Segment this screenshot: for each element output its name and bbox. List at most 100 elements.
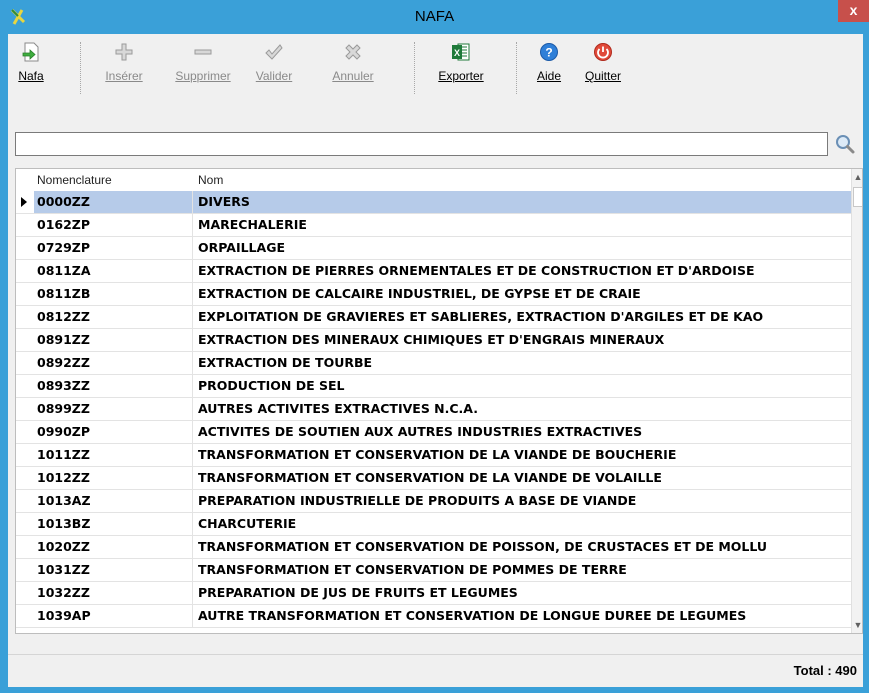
cell-nomenclature[interactable]: 0990ZP	[34, 421, 193, 443]
cell-nom[interactable]: AUTRES ACTIVITES EXTRACTIVES N.C.A.	[193, 398, 851, 420]
toolbar-separator	[516, 42, 517, 94]
scroll-down-icon[interactable]: ▼	[852, 617, 862, 633]
cell-nomenclature[interactable]: 0899ZZ	[34, 398, 193, 420]
client-area: Nafa Insérer Supprimer Valider Annuler X…	[8, 34, 863, 687]
cell-nomenclature[interactable]: 0729ZP	[34, 237, 193, 259]
row-indicator	[16, 329, 34, 351]
table-row[interactable]: 0990ZP ACTIVITES DE SOUTIEN AUX AUTRES IN…	[16, 421, 851, 444]
cell-nomenclature[interactable]: 0892ZZ	[34, 352, 193, 374]
vertical-scrollbar[interactable]: ▲ ▼	[851, 169, 862, 633]
table-row[interactable]: 1011ZZ TRANSFORMATION ET CONSERVATION DE …	[16, 444, 851, 467]
table-row[interactable]: 1020ZZ TRANSFORMATION ET CONSERVATION DE …	[16, 536, 851, 559]
table-row[interactable]: 1013AZ PREPARATION INDUSTRIELLE DE PRODUI…	[16, 490, 851, 513]
table-row[interactable]: 0000ZZ DIVERS	[16, 191, 851, 214]
nafa-button[interactable]: Nafa	[13, 42, 49, 100]
table-row[interactable]: 0729ZP ORPAILLAGE	[16, 237, 851, 260]
cell-nom[interactable]: ORPAILLAGE	[193, 237, 851, 259]
annuler-button[interactable]: Annuler	[328, 42, 378, 100]
search-input[interactable]	[15, 132, 828, 156]
table-row[interactable]: 0162ZP MARECHALERIE	[16, 214, 851, 237]
cell-nomenclature[interactable]: 1013BZ	[34, 513, 193, 535]
cell-nomenclature[interactable]: 0811ZA	[34, 260, 193, 282]
document-arrow-icon	[22, 42, 39, 62]
table-row[interactable]: 0811ZB EXTRACTION DE CALCAIRE INDUSTRIEL,…	[16, 283, 851, 306]
scroll-up-icon[interactable]: ▲	[852, 169, 862, 185]
cell-nomenclature[interactable]: 1020ZZ	[34, 536, 193, 558]
inserer-button[interactable]: Insérer	[101, 42, 147, 100]
aide-button[interactable]: ? Aide	[532, 42, 566, 100]
row-indicator	[16, 605, 34, 627]
cell-nom[interactable]: EXPLOITATION DE GRAVIERES ET SABLIERES, …	[193, 306, 851, 328]
row-pointer-icon	[16, 191, 34, 213]
cell-nomenclature[interactable]: 1039AP	[34, 605, 193, 627]
x-icon	[345, 44, 361, 60]
table-row[interactable]: 0893ZZ PRODUCTION DE SEL	[16, 375, 851, 398]
cell-nom[interactable]: EXTRACTION DE CALCAIRE INDUSTRIEL, DE GY…	[193, 283, 851, 305]
table-row[interactable]: 1012ZZ TRANSFORMATION ET CONSERVATION DE …	[16, 467, 851, 490]
supprimer-label: Supprimer	[175, 69, 231, 83]
toolbar: Nafa Insérer Supprimer Valider Annuler X…	[8, 34, 863, 104]
grid-header: Nomenclature Nom	[16, 169, 851, 191]
valider-button[interactable]: Valider	[252, 42, 296, 100]
exporter-button[interactable]: X Exporter	[431, 42, 491, 100]
cell-nom[interactable]: EXTRACTION DES MINERAUX CHIMIQUES ET D'E…	[193, 329, 851, 351]
cell-nom[interactable]: AUTRE TRANSFORMATION ET CONSERVATION DE …	[193, 605, 851, 627]
table-row[interactable]: 1013BZ CHARCUTERIE	[16, 513, 851, 536]
table-row[interactable]: 1039AP AUTRE TRANSFORMATION ET CONSERVATI…	[16, 605, 851, 628]
table-row[interactable]: 0899ZZ AUTRES ACTIVITES EXTRACTIVES N.C.A…	[16, 398, 851, 421]
table-row[interactable]: 0811ZA EXTRACTION DE PIERRES ORNEMENTALES…	[16, 260, 851, 283]
cell-nomenclature[interactable]: 1013AZ	[34, 490, 193, 512]
cell-nomenclature[interactable]: 0891ZZ	[34, 329, 193, 351]
window-title: NAFA	[414, 8, 455, 25]
cell-nom[interactable]: TRANSFORMATION ET CONSERVATION DE POISSO…	[193, 536, 851, 558]
minus-icon	[194, 49, 212, 55]
cell-nom[interactable]: MARECHALERIE	[193, 214, 851, 236]
quitter-button[interactable]: Quitter	[580, 42, 626, 100]
excel-icon: X	[452, 43, 470, 61]
exporter-label: Exporter	[438, 69, 484, 83]
cell-nomenclature[interactable]: 0893ZZ	[34, 375, 193, 397]
cell-nom[interactable]: TRANSFORMATION ET CONSERVATION DE LA VIA…	[193, 444, 851, 466]
cell-nom[interactable]: TRANSFORMATION ET CONSERVATION DE LA VIA…	[193, 467, 851, 489]
table-row[interactable]: 1032ZZ PREPARATION DE JUS DE FRUITS ET LE…	[16, 582, 851, 605]
cell-nomenclature[interactable]: 0812ZZ	[34, 306, 193, 328]
annuler-label: Annuler	[332, 69, 374, 83]
supprimer-button[interactable]: Supprimer	[172, 42, 234, 100]
cell-nom[interactable]: EXTRACTION DE TOURBE	[193, 352, 851, 374]
data-grid[interactable]: Nomenclature Nom 0000ZZ DIVERS 0162ZP MAREC…	[15, 168, 863, 634]
table-row[interactable]: 0892ZZ EXTRACTION DE TOURBE	[16, 352, 851, 375]
table-row[interactable]: 0812ZZ EXPLOITATION DE GRAVIERES ET SABLI…	[16, 306, 851, 329]
row-indicator	[16, 536, 34, 558]
cell-nomenclature[interactable]: 1012ZZ	[34, 467, 193, 489]
cell-nom[interactable]: PREPARATION DE JUS DE FRUITS ET LEGUMES	[193, 582, 851, 604]
app-window: NAFA x Nafa Insérer Supprimer Valider An…	[0, 0, 869, 693]
cell-nom[interactable]: CHARCUTERIE	[193, 513, 851, 535]
cell-nom[interactable]: DIVERS	[193, 191, 851, 213]
cell-nomenclature[interactable]: 1031ZZ	[34, 559, 193, 581]
magnifier-icon[interactable]	[834, 133, 856, 155]
cell-nom[interactable]: TRANSFORMATION ET CONSERVATION DE POMMES…	[193, 559, 851, 581]
inserer-label: Insérer	[105, 69, 143, 83]
close-button[interactable]: x	[838, 0, 869, 22]
check-icon	[265, 44, 283, 60]
table-row[interactable]: 0891ZZ EXTRACTION DES MINERAUX CHIMIQUES …	[16, 329, 851, 352]
nafa-label: Nafa	[18, 69, 44, 83]
table-row[interactable]: 1031ZZ TRANSFORMATION ET CONSERVATION DE …	[16, 559, 851, 582]
row-indicator	[16, 214, 34, 236]
cell-nomenclature[interactable]: 0162ZP	[34, 214, 193, 236]
scroll-thumb[interactable]	[853, 187, 862, 207]
cell-nomenclature[interactable]: 0000ZZ	[34, 191, 193, 213]
cell-nom[interactable]: EXTRACTION DE PIERRES ORNEMENTALES ET DE…	[193, 260, 851, 282]
help-icon: ?	[540, 43, 558, 61]
cell-nomenclature[interactable]: 1032ZZ	[34, 582, 193, 604]
toolbar-separator	[414, 42, 415, 94]
cell-nomenclature[interactable]: 1011ZZ	[34, 444, 193, 466]
cell-nom[interactable]: PREPARATION INDUSTRIELLE DE PRODUITS A B…	[193, 490, 851, 512]
cell-nom[interactable]: ACTIVITES DE SOUTIEN AUX AUTRES INDUSTRI…	[193, 421, 851, 443]
row-indicator	[16, 352, 34, 374]
column-header-nom[interactable]: Nom	[198, 169, 223, 191]
title-bar[interactable]: NAFA x	[0, 0, 869, 34]
column-header-nomenclature[interactable]: Nomenclature	[37, 169, 112, 191]
cell-nomenclature[interactable]: 0811ZB	[34, 283, 193, 305]
cell-nom[interactable]: PRODUCTION DE SEL	[193, 375, 851, 397]
